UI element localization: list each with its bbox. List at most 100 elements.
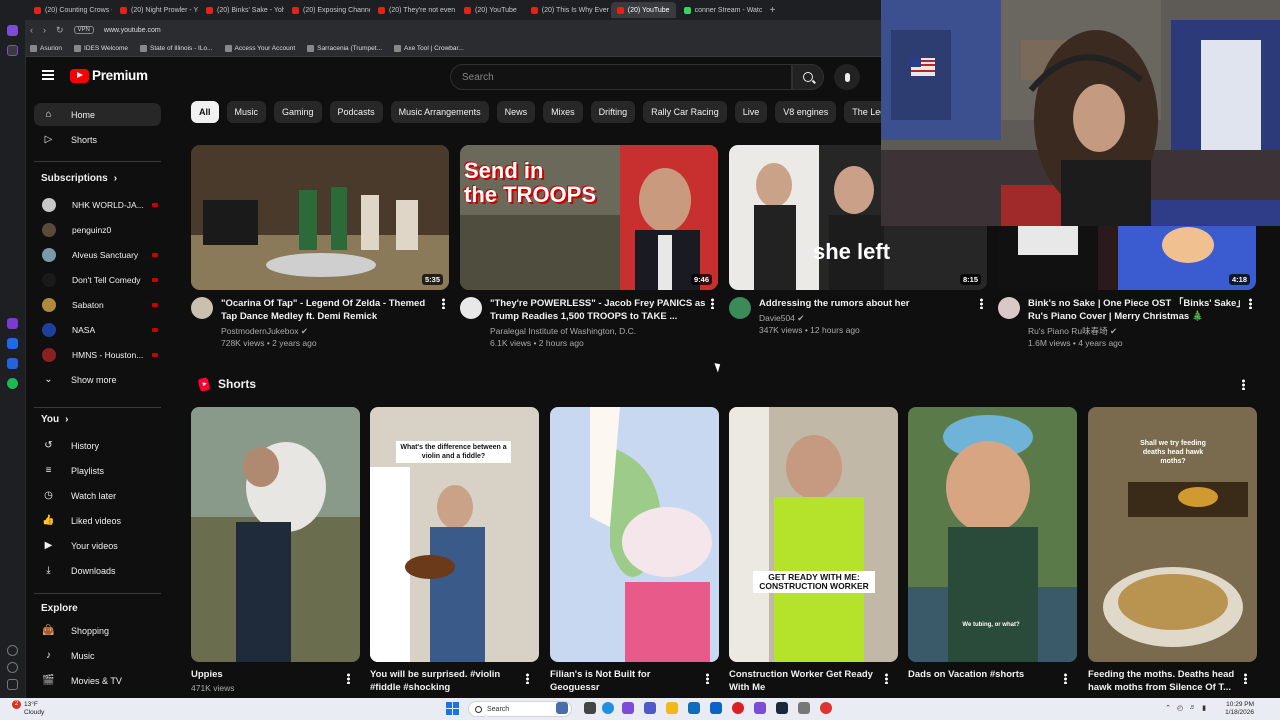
browser-tab[interactable]: (20) Exposing Channel 5 — [286, 2, 370, 18]
more-options-icon[interactable] — [1244, 673, 1247, 684]
filter-chip[interactable]: V8 engines — [775, 101, 837, 123]
channel-avatar[interactable] — [998, 297, 1020, 319]
short-card[interactable]: We tubing, or what? Dads on Vacation #sho… — [908, 407, 1077, 706]
short-title[interactable]: Construction Worker Get Ready With Me — [729, 668, 879, 694]
sidebar-item-home[interactable]: ⌂ Home — [34, 103, 161, 126]
filter-chip[interactable]: Drifting — [590, 101, 636, 123]
short-card[interactable]: Uppies 471K views — [191, 407, 360, 693]
video-title[interactable]: Addressing the rumors about her — [759, 297, 981, 310]
clock[interactable]: 10:29 PM 1/18/2026 — [1225, 701, 1254, 717]
start-button[interactable] — [446, 702, 459, 715]
network-icon[interactable]: ◴ — [1177, 704, 1183, 712]
sidebar-item-watch-later[interactable]: ◷ Watch later — [34, 484, 161, 507]
browser-tab[interactable]: (20) Counting Crows - M — [28, 2, 112, 18]
app-icon[interactable] — [820, 702, 832, 714]
video-card[interactable]: 5:35 "Ocarina Of Tap" - Legend Of Zelda -… — [191, 145, 449, 348]
video-card[interactable]: Send in the TROOPS 9:46 "They're POWERLESS… — [460, 145, 718, 348]
filter-chip[interactable]: Podcasts — [329, 101, 383, 123]
app-icon[interactable] — [7, 45, 18, 56]
menu-icon[interactable] — [42, 70, 54, 80]
filter-chip[interactable]: Gaming — [274, 101, 322, 123]
sidebar-item-shopping[interactable]: 👜 Shopping — [34, 619, 161, 642]
short-title[interactable]: Filian's is Not Built for Geoguessr — [550, 668, 700, 694]
back-icon[interactable]: ‹ — [30, 25, 33, 35]
sidebar-subscription-item[interactable]: Don't Tell Comedy — [34, 268, 161, 291]
filter-chip[interactable]: Live — [734, 101, 768, 123]
short-title[interactable]: You will be surprised. #violin #fiddle #… — [370, 668, 520, 694]
browser-tab[interactable]: (20) YouTube — [458, 2, 523, 18]
app-icon[interactable] — [7, 25, 18, 36]
short-title[interactable]: Feeding the moths. Deaths head hawk moth… — [1088, 668, 1238, 694]
volume-icon[interactable]: ♬ — [1189, 704, 1196, 712]
app-icon[interactable] — [556, 702, 568, 714]
app-icon[interactable] — [754, 702, 766, 714]
bookmark-item[interactable]: Access Your Account — [224, 44, 295, 52]
history-icon[interactable] — [7, 662, 18, 673]
system-tray[interactable]: ⌃ ◴ ♬ ▮ — [1165, 704, 1206, 712]
browser-tab[interactable]: (20) This Is Why Everyone — [525, 2, 609, 18]
more-options-icon[interactable] — [1249, 298, 1252, 309]
short-card[interactable]: Filian's is Not Built for Geoguessr — [550, 407, 719, 693]
you-heading[interactable]: You › — [41, 414, 69, 425]
filter-chip[interactable]: Rally Car Racing — [643, 101, 727, 123]
url-field[interactable]: www.youtube.com — [104, 27, 161, 34]
short-thumbnail[interactable] — [191, 407, 360, 662]
browser-tab[interactable]: (20) Night Prowler - YouT — [114, 2, 198, 18]
video-thumbnail[interactable]: 5:35 — [191, 145, 449, 290]
browser-tab[interactable]: (20) Binks' Sake - Yohoho — [200, 2, 284, 18]
video-title[interactable]: "Ocarina Of Tap" - Legend Of Zelda - The… — [221, 297, 443, 323]
bookmark-item[interactable]: Sarracenia (Trumpet... — [307, 44, 382, 52]
channel-avatar[interactable] — [191, 297, 213, 319]
sidebar-item-downloads[interactable]: ⤓ Downloads — [34, 559, 161, 582]
sidebar-item-shorts[interactable]: ▷ Shorts — [34, 128, 161, 151]
short-title[interactable]: Dads on Vacation #shorts — [908, 668, 1058, 681]
bookmark-item[interactable]: Axe Tool | Crowbar... — [394, 44, 464, 52]
app-icon[interactable] — [7, 338, 18, 349]
chevron-up-icon[interactable]: ⌃ — [1165, 704, 1171, 712]
bookmark-item[interactable]: IDES Welcome — [74, 44, 128, 52]
video-title[interactable]: Bink's no Sake | One Piece OST 「Binks' S… — [1028, 297, 1250, 323]
subscriptions-heading[interactable]: Subscriptions › — [41, 173, 117, 184]
short-thumbnail[interactable] — [550, 407, 719, 662]
app-icon[interactable] — [7, 318, 18, 329]
weather-widget[interactable]: 13°F Cloudy — [24, 701, 44, 717]
sidebar-item-playlists[interactable]: ≡ Playlists — [34, 459, 161, 482]
file-explorer-icon[interactable] — [666, 702, 678, 714]
short-card[interactable]: GET READY WITH ME: CONSTRUCTION WORKER Co… — [729, 407, 898, 693]
more-options-icon[interactable] — [347, 673, 350, 684]
short-title[interactable]: Uppies — [191, 668, 341, 681]
more-options-icon[interactable] — [442, 298, 445, 309]
reload-icon[interactable]: ↻ — [56, 25, 64, 36]
channel-avatar[interactable] — [729, 297, 751, 319]
short-card[interactable]: Shall we try feeding deaths head hawk mo… — [1088, 407, 1257, 693]
sidebar-item-liked-videos[interactable]: 👍 Liked videos — [34, 509, 161, 532]
sidebar-subscription-item[interactable]: NASA — [34, 318, 161, 341]
sidebar-item-music[interactable]: ♪ Music — [34, 644, 161, 667]
app-icon[interactable] — [798, 702, 810, 714]
sidebar-subscription-item[interactable]: HMNS - Houston... — [34, 343, 161, 366]
app-icon[interactable] — [622, 702, 634, 714]
heart-icon[interactable] — [7, 645, 18, 656]
video-channel-name[interactable]: PostmodernJukebox ✔ — [221, 325, 443, 337]
battery-icon[interactable]: ▮ — [1202, 704, 1206, 712]
filter-chip[interactable]: Music — [226, 101, 267, 123]
bookmark-item[interactable]: State of Illinois - ILo... — [140, 44, 213, 52]
more-options-icon[interactable] — [706, 673, 709, 684]
opera-icon[interactable] — [732, 702, 744, 714]
sidebar-item-history[interactable]: ↺ History — [34, 434, 161, 457]
filter-chip[interactable]: News — [496, 101, 536, 123]
forward-icon[interactable]: › — [43, 25, 46, 35]
video-channel-name[interactable]: Paralegal Institute of Washington, D.C. — [490, 325, 712, 337]
filter-chip[interactable]: Music Arrangements — [390, 101, 489, 123]
video-thumbnail[interactable]: Send in the TROOPS 9:46 — [460, 145, 718, 290]
filter-chip[interactable]: Mixes — [543, 101, 583, 123]
browser-tab[interactable]: (20) YouTube — [610, 2, 676, 18]
settings-icon[interactable] — [7, 679, 18, 690]
bookmark-item[interactable]: Asurion — [30, 44, 62, 52]
filter-chip[interactable]: The Legend of — [844, 101, 881, 123]
channel-avatar[interactable] — [460, 297, 482, 319]
more-options-icon[interactable] — [980, 298, 983, 309]
short-thumbnail[interactable]: GET READY WITH ME: CONSTRUCTION WORKER — [729, 407, 898, 662]
edge-icon[interactable] — [602, 702, 614, 714]
sidebar-subscription-item[interactable]: Alveus Sanctuary — [34, 243, 161, 266]
